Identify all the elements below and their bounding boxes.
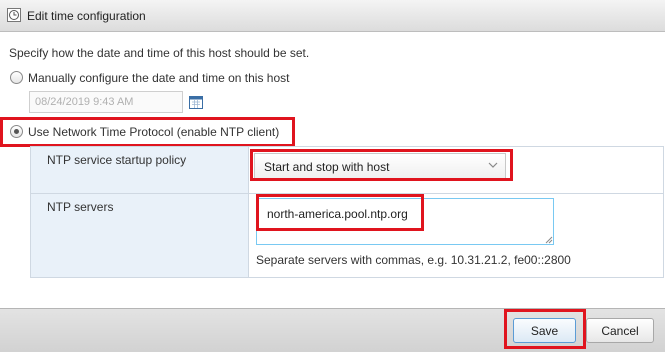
startup-policy-label-cell: NTP service startup policy: [31, 147, 249, 193]
ntp-servers-hint: Separate servers with commas, e.g. 10.31…: [256, 253, 571, 267]
ntp-option-label: Use Network Time Protocol (enable NTP cl…: [28, 125, 280, 139]
ntp-servers-highlight: [256, 194, 424, 231]
dialog-titlebar: Edit time configuration: [0, 0, 665, 32]
clock-icon: [7, 8, 21, 22]
resize-grip-icon[interactable]: [545, 236, 553, 244]
date-time-input[interactable]: [29, 91, 183, 113]
ntp-servers-label: NTP servers: [47, 200, 114, 214]
startup-policy-highlight: [250, 149, 513, 181]
ntp-servers-label-cell: NTP servers: [31, 194, 249, 277]
manual-time-label: Manually configure the date and time on …: [28, 71, 290, 85]
save-button-highlight: [504, 309, 586, 349]
startup-policy-label: NTP service startup policy: [47, 153, 187, 167]
cancel-button[interactable]: Cancel: [586, 318, 654, 343]
calendar-icon[interactable]: [189, 95, 203, 109]
manual-time-radio[interactable]: [10, 71, 23, 84]
dialog-description: Specify how the date and time of this ho…: [9, 46, 310, 60]
ntp-radio[interactable]: [10, 125, 23, 138]
dialog-title: Edit time configuration: [27, 9, 146, 23]
